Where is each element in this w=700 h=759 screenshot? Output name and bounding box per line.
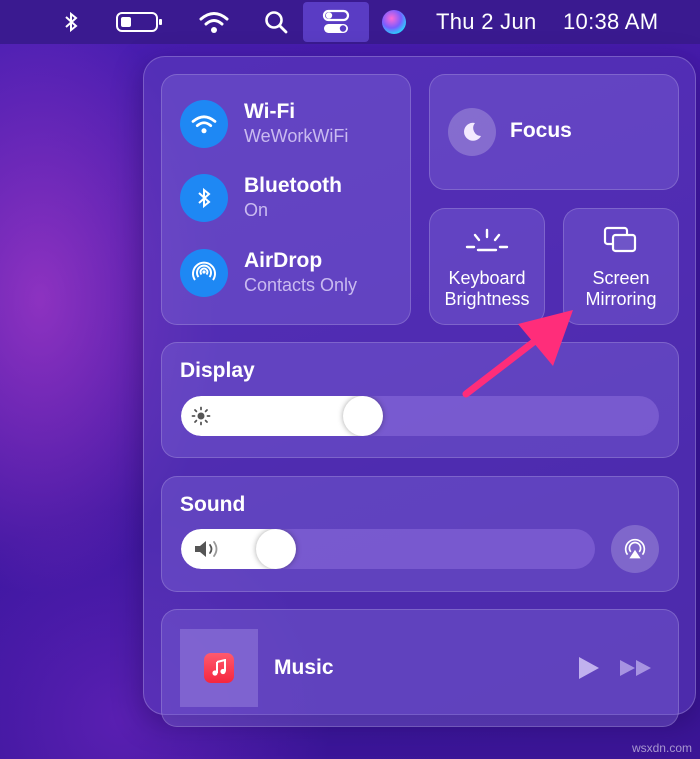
display-brightness-slider[interactable] <box>181 396 659 436</box>
sound-volume-slider[interactable] <box>181 529 595 569</box>
wifi-icon[interactable] <box>196 0 232 44</box>
control-center-icon[interactable] <box>303 2 369 42</box>
display-label: Display <box>180 359 255 382</box>
sun-icon <box>191 406 211 431</box>
wifi-network-name: WeWorkWiFi <box>244 126 349 146</box>
music-module: Music <box>161 609 679 727</box>
display-module: Display <box>161 342 679 458</box>
screen-mirroring-label-line2: Mirroring <box>585 289 657 309</box>
bluetooth-icon[interactable] <box>56 0 86 44</box>
wifi-icon[interactable] <box>180 100 228 148</box>
airdrop-status: Contacts Only <box>244 275 358 295</box>
bluetooth-toggle[interactable]: Bluetooth On <box>180 174 342 222</box>
play-icon[interactable] <box>577 655 601 686</box>
siri-icon[interactable] <box>378 0 410 44</box>
bluetooth-status: On <box>244 200 269 220</box>
focus-module[interactable]: Focus <box>429 74 679 190</box>
search-icon[interactable] <box>260 0 292 44</box>
moon-icon <box>448 108 496 156</box>
screen-mirroring-button[interactable]: Screen Mirroring <box>563 208 679 325</box>
sound-label: Sound <box>180 493 246 516</box>
sound-module: Sound <box>161 476 679 592</box>
bluetooth-icon[interactable] <box>180 174 228 222</box>
screen-mirroring-icon <box>603 226 639 261</box>
music-app-icon <box>204 653 234 683</box>
menubar-time[interactable]: 10:38 AM <box>563 0 675 44</box>
date-text: Thu 2 Jun <box>436 9 537 34</box>
connectivity-module: Wi-Fi WeWorkWiFi Bluetooth On AirDrop Co… <box>161 74 411 325</box>
annotation-arrow <box>440 300 580 415</box>
keyboard-brightness-label-line1: Keyboard <box>448 268 526 288</box>
menubar-date[interactable]: Thu 2 Jun <box>436 0 550 44</box>
wifi-title: Wi-Fi <box>244 100 296 123</box>
sound-slider-knob[interactable] <box>256 529 296 569</box>
music-label: Music <box>274 656 334 679</box>
speaker-icon <box>193 539 223 564</box>
battery-icon[interactable] <box>112 0 168 44</box>
wifi-toggle[interactable]: Wi-Fi WeWorkWiFi <box>180 100 348 148</box>
time-text: 10:38 AM <box>563 9 659 34</box>
airplay-audio-icon[interactable] <box>611 525 659 573</box>
bluetooth-title: Bluetooth <box>244 174 342 197</box>
album-artwork[interactable] <box>180 629 258 707</box>
screen-mirroring-label-line1: Screen <box>592 268 650 288</box>
airdrop-icon[interactable] <box>180 249 228 297</box>
watermark: wsxdn.com <box>631 741 692 755</box>
keyboard-brightness-icon <box>464 227 510 258</box>
menu-bar: Thu 2 Jun 10:38 AM <box>0 0 700 44</box>
fast-forward-icon[interactable] <box>619 659 653 682</box>
focus-label: Focus <box>510 119 572 142</box>
airdrop-toggle[interactable]: AirDrop Contacts Only <box>180 249 357 297</box>
display-slider-knob[interactable] <box>343 396 383 436</box>
airdrop-title: AirDrop <box>244 249 323 272</box>
control-center-panel: Wi-Fi WeWorkWiFi Bluetooth On AirDrop Co… <box>143 56 696 727</box>
